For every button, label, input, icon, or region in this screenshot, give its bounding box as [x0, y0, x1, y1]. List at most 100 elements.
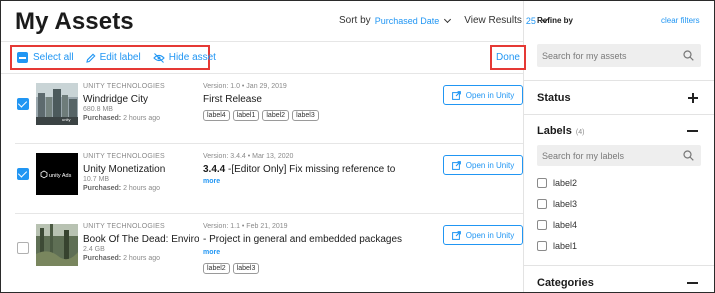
purchased-label: Purchased:: [83, 255, 122, 262]
asset-name[interactable]: Windridge City: [83, 94, 148, 105]
divider: [524, 80, 714, 81]
release-version: 3.4.4: [203, 164, 226, 175]
label-chip[interactable]: label3: [232, 263, 260, 274]
external-link-icon: [451, 90, 461, 100]
clear-filters-link[interactable]: clear filters: [661, 16, 700, 25]
status-section-title[interactable]: Status: [537, 92, 571, 104]
asset-thumbnail[interactable]: unity: [36, 83, 78, 125]
search-icon[interactable]: [683, 50, 694, 61]
divider: [524, 114, 714, 115]
more-link[interactable]: more: [203, 249, 220, 256]
sort-label: Sort by: [339, 15, 371, 26]
asset-publisher: UNITY TECHNOLOGIES: [83, 153, 165, 160]
external-link-icon: [451, 160, 461, 170]
label-filter-text[interactable]: label4: [553, 220, 577, 230]
search-placeholder: Search for my assets: [542, 50, 627, 61]
select-all-label[interactable]: Select all: [33, 52, 74, 63]
refine-by-title: Refine by: [537, 16, 574, 25]
label-chip[interactable]: label3: [292, 110, 319, 121]
label-chip[interactable]: label2: [262, 110, 290, 121]
asset-purchased: Purchased: 2 hours ago: [83, 115, 160, 122]
edit-label-button[interactable]: Edit label: [85, 52, 141, 63]
open-in-unity-label[interactable]: Open in Unity: [466, 91, 514, 100]
hide-asset-text[interactable]: Hide asset: [169, 52, 216, 63]
hide-asset-button[interactable]: Hide asset: [152, 52, 216, 63]
open-in-unity-button[interactable]: Open in Unity: [443, 225, 523, 245]
asset-version: Version: 1.1 • Feb 21, 2019: [203, 223, 288, 230]
open-in-unity-label[interactable]: Open in Unity: [466, 161, 514, 170]
asset-size: 680.8 MB: [83, 106, 113, 113]
open-in-unity-label[interactable]: Open in Unity: [466, 231, 514, 240]
edit-label-text[interactable]: Edit label: [100, 52, 141, 63]
purchased-time: 2 hours ago: [123, 255, 161, 262]
asset-labels: label2 label3: [203, 263, 262, 274]
thumbnail-text: unity Ads: [49, 173, 72, 179]
eye-off-icon: [152, 52, 165, 63]
label-chip[interactable]: label4: [203, 110, 230, 121]
view-results-label: View Results: [464, 15, 522, 26]
asset-row: unity Ads UNITY TECHNOLOGIES Unity Monet…: [1, 144, 523, 214]
purchased-time: 2 hours ago: [123, 185, 161, 192]
asset-publisher: UNITY TECHNOLOGIES: [83, 223, 165, 230]
asset-name[interactable]: Book Of The Dead: Environment: [83, 234, 199, 245]
label-filter-checkbox[interactable]: [537, 241, 547, 251]
purchased-label: Purchased:: [83, 115, 122, 122]
categories-section-title[interactable]: Categories: [537, 277, 594, 289]
label-chip[interactable]: label2: [203, 263, 230, 274]
release-notes: - Project in general and embedded packag…: [203, 234, 403, 245]
asset-thumbnail[interactable]: unity Ads: [36, 153, 78, 195]
labels-section-title[interactable]: Labels (4): [537, 125, 584, 137]
label-search-placeholder: Search for my labels: [542, 150, 625, 161]
more-link[interactable]: more: [203, 178, 220, 185]
label-filter-item[interactable]: label3: [537, 199, 577, 209]
label-filter-checkbox[interactable]: [537, 220, 547, 230]
select-all-checkbox-icon[interactable]: [17, 52, 28, 63]
plus-icon[interactable]: [688, 93, 698, 103]
divider: [1, 41, 523, 42]
select-all-button[interactable]: Select all: [17, 52, 74, 63]
label-filter-checkbox[interactable]: [537, 178, 547, 188]
label-filter-item[interactable]: label1: [537, 241, 577, 251]
asset-size: 2.4 GB: [83, 246, 105, 253]
asset-size: 10.7 MB: [83, 176, 110, 183]
asset-row: UNITY TECHNOLOGIES Book Of The Dead: Env…: [1, 214, 523, 284]
minus-icon[interactable]: [687, 130, 698, 132]
asset-name[interactable]: Unity Monetization: [83, 164, 165, 175]
labels-count: (4): [575, 129, 585, 136]
bulk-action-toolbar: Select all Edit label Hide asset: [10, 45, 216, 70]
purchased-label: Purchased:: [83, 185, 122, 192]
label-search-input[interactable]: Search for my labels: [537, 145, 701, 166]
chevron-down-icon[interactable]: [444, 15, 452, 23]
divider: [524, 265, 714, 266]
asset-labels: label4 label1 label2 label3: [203, 110, 322, 121]
sort-dropdown[interactable]: Purchased Date: [375, 16, 440, 26]
labels-title: Labels: [537, 125, 572, 137]
done-button[interactable]: Done: [490, 45, 526, 70]
label-filter-text[interactable]: label2: [553, 178, 577, 188]
minus-icon[interactable]: [687, 282, 698, 284]
label-chip[interactable]: label1: [232, 110, 260, 121]
label-filter-text[interactable]: label1: [553, 241, 577, 251]
asset-thumbnail[interactable]: [36, 224, 78, 266]
sort-controls: Sort by Purchased Date View Results 25: [339, 15, 548, 26]
asset-row: unity UNITY TECHNOLOGIES Windridge City …: [1, 74, 523, 144]
label-filter-checkbox[interactable]: [537, 199, 547, 209]
asset-publisher: UNITY TECHNOLOGIES: [83, 83, 165, 90]
external-link-icon: [451, 230, 461, 240]
view-results-dropdown[interactable]: 25: [526, 16, 536, 26]
purchased-time: 2 hours ago: [123, 115, 161, 122]
asset-purchased: Purchased: 2 hours ago: [83, 185, 160, 192]
open-in-unity-button[interactable]: Open in Unity: [443, 155, 523, 175]
search-icon[interactable]: [683, 150, 694, 161]
release-notes: 3.4.4 -[Editor Only] Fix missing referen…: [203, 164, 395, 175]
my-assets-window: My Assets Sort by Purchased Date View Re…: [0, 0, 715, 293]
asset-checkbox[interactable]: [17, 168, 29, 180]
label-filter-item[interactable]: label2: [537, 178, 577, 188]
asset-search-input[interactable]: Search for my assets: [537, 44, 701, 67]
release-text: -[Editor Only] Fix missing reference to: [225, 164, 396, 175]
asset-checkbox[interactable]: [17, 242, 29, 254]
label-filter-item[interactable]: label4: [537, 220, 577, 230]
asset-checkbox[interactable]: [17, 98, 29, 110]
open-in-unity-button[interactable]: Open in Unity: [443, 85, 523, 105]
label-filter-text[interactable]: label3: [553, 199, 577, 209]
